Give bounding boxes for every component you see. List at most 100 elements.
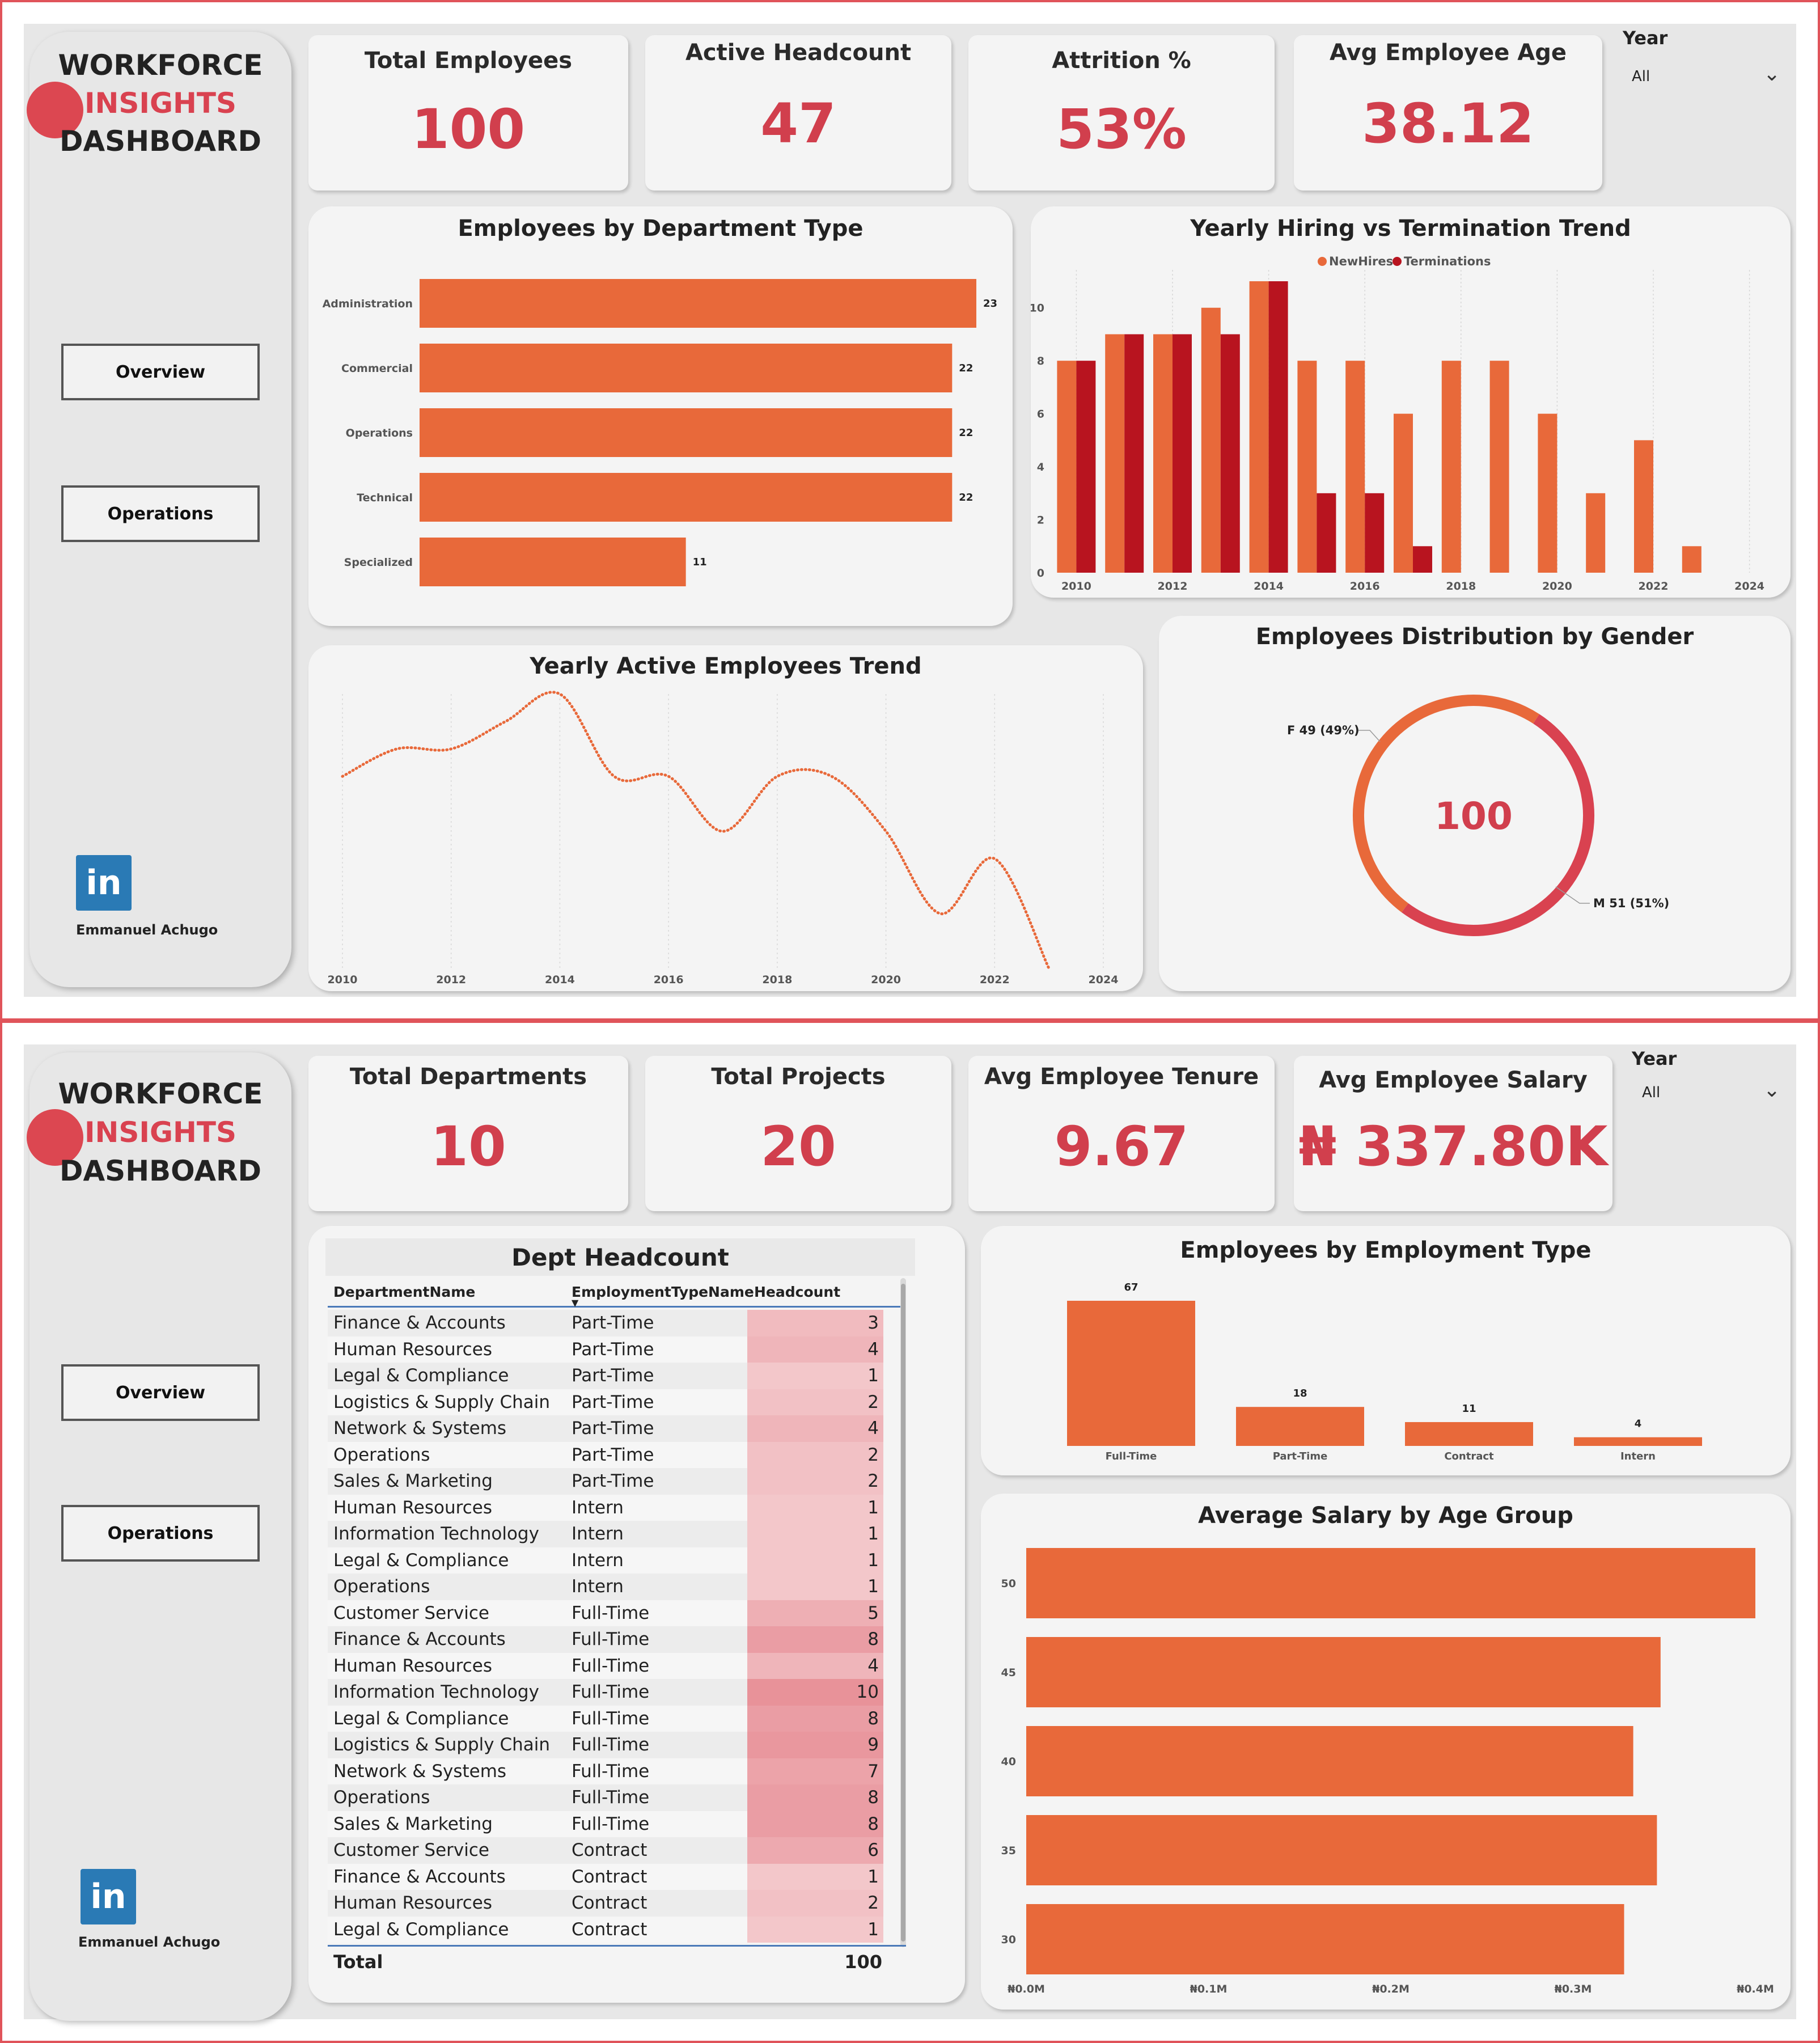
employment-type-cell: Part-Time — [572, 1339, 654, 1360]
newhires-bar — [1441, 361, 1461, 573]
headcount-cell: 10 — [747, 1679, 883, 1706]
table-row[interactable]: Network & Systems Part-Time 4 — [328, 1415, 883, 1442]
table-row[interactable]: Legal & Compliance Part-Time 1 — [328, 1363, 883, 1389]
table-row[interactable]: Finance & Accounts Full-Time 8 — [328, 1626, 883, 1653]
table-row[interactable]: Sales & Marketing Full-Time 8 — [328, 1811, 883, 1837]
department-cell: Customer Service — [333, 1602, 490, 1623]
salary-x-tick: ₦0.3M — [1555, 1983, 1592, 1995]
table-scrollbar-thumb[interactable] — [901, 1284, 905, 1942]
year-slicer-value[interactable]: All — [1632, 68, 1650, 85]
table-row[interactable]: Network & Systems Full-Time 7 — [328, 1758, 883, 1784]
table-row[interactable]: Logistics & Supply Chain Part-Time 2 — [328, 1389, 883, 1415]
nav-operations-button[interactable]: Operations — [61, 485, 260, 542]
department-cell: Customer Service — [333, 1840, 490, 1861]
dept-chart: Administration 23 Commercial 22 Operations 22… — [323, 279, 997, 586]
hiring-x-tick: 2024 — [1734, 580, 1764, 593]
kpi-label: Avg Employee Salary — [1319, 1067, 1588, 1093]
table-row[interactable]: Legal & Compliance Full-Time 8 — [328, 1705, 883, 1732]
title-workforce: WORKFORCE — [58, 49, 263, 82]
table-row[interactable]: Human Resources Full-Time 4 — [328, 1652, 883, 1679]
hiring-y-tick: 0 — [1037, 567, 1044, 580]
employment-type-category-label: Part-Time — [1273, 1450, 1328, 1462]
salary-age-chart: 50 45 40 35 30 ₦0.0M ₦0.1M ₦0.2M ₦0.3M ₦0.4M — [1001, 1548, 1774, 1995]
hiring-x-tick: 2012 — [1158, 580, 1188, 593]
salary-age-label: 45 — [1001, 1666, 1016, 1679]
year-slicer-value[interactable]: All — [1642, 1084, 1660, 1101]
employment-type-cell: Intern — [572, 1550, 624, 1571]
title-insights: INSIGHTS — [84, 87, 237, 120]
year-slicer-label: Year — [1632, 1048, 1677, 1069]
table-row[interactable]: Information Technology Full-Time 10 — [328, 1679, 883, 1706]
nav-overview-button[interactable]: Overview — [61, 344, 260, 400]
headcount-cell: 8 — [747, 1811, 883, 1837]
department-cell: Information Technology — [333, 1682, 539, 1703]
table-row[interactable]: Operations Part-Time 2 — [328, 1441, 883, 1468]
headcount-cell: 9 — [747, 1732, 883, 1758]
table-row[interactable]: Customer Service Full-Time 5 — [328, 1600, 883, 1626]
newhires-bar — [1586, 493, 1606, 573]
headcount-cell: 4 — [747, 1652, 883, 1679]
linkedin-icon[interactable]: in — [76, 855, 132, 911]
kpi-label: Avg Employee Tenure — [984, 1064, 1259, 1090]
table-row[interactable]: Information Technology Intern 1 — [328, 1521, 883, 1547]
table-row[interactable]: Legal & Compliance Intern 1 — [328, 1547, 883, 1574]
table-row[interactable]: Legal & Compliance Contract 1 — [328, 1916, 883, 1943]
kpi-label: Total Departments — [349, 1064, 587, 1090]
kpi-value: 53% — [1056, 98, 1187, 161]
table-row[interactable]: Finance & Accounts Part-Time 3 — [328, 1310, 883, 1336]
employment-type-cell: Full-Time — [572, 1682, 650, 1703]
kpi-total-employees: Total Employees 100 — [308, 35, 628, 191]
department-cell: Operations — [333, 1787, 430, 1808]
active-x-tick: 2024 — [1089, 974, 1119, 986]
table-row[interactable]: Human Resources Contract 2 — [328, 1890, 883, 1917]
employment-type-category-label: Intern — [1620, 1450, 1656, 1462]
year-slicer[interactable]: Year All ⌄ — [1623, 27, 1793, 95]
employment-type-cell: Part-Time — [572, 1444, 654, 1465]
nav-operations-button[interactable]: Operations — [61, 1505, 260, 1562]
dept-headcount-card: Dept Headcount DepartmentName Employment… — [308, 1226, 965, 2003]
active-trend-chart: 2010 2012 2014 2016 2018 2020 2022 2024 — [328, 691, 1119, 986]
employment-type-cell: Contract — [572, 1893, 647, 1914]
legend-marker — [1318, 257, 1327, 266]
col-header-department[interactable]: DepartmentName — [333, 1284, 475, 1300]
author-name: Emmanuel Achugo — [78, 1934, 221, 1950]
sort-down-icon[interactable]: ▼ — [572, 1297, 578, 1308]
dept-chart-card: Employees by Department Type Administrat… — [308, 206, 1013, 626]
table-row[interactable]: Logistics & Supply Chain Full-Time 9 — [328, 1732, 883, 1758]
chevron-down-icon[interactable]: ⌄ — [1763, 62, 1780, 86]
newhires-bar — [1538, 413, 1557, 573]
dept-bar — [420, 279, 976, 328]
col-header-employment-type[interactable]: EmploymentTypeName — [572, 1284, 754, 1300]
terminations-bar — [1076, 361, 1096, 573]
chevron-down-icon[interactable]: ⌄ — [1763, 1078, 1780, 1102]
table-row[interactable]: Operations Intern 1 — [328, 1574, 883, 1600]
dept-bar — [420, 538, 686, 586]
year-slicer[interactable]: Year All ⌄ — [1632, 1048, 1796, 1116]
kpi-value: 20 — [760, 1115, 836, 1178]
hiring-chart: 0 2 4 6 8 10 2010 2012 2014 2016 2018 2020 2022 2024 N… — [1031, 255, 1764, 593]
salary-bar — [1026, 1815, 1657, 1885]
table-row[interactable]: Customer Service Contract 6 — [328, 1837, 883, 1864]
department-cell: Legal & Compliance — [333, 1708, 509, 1729]
headcount-cell: 5 — [747, 1600, 883, 1626]
table-row[interactable]: Human Resources Intern 1 — [328, 1494, 883, 1521]
employment-type-cell: Full-Time — [572, 1787, 650, 1808]
table-row[interactable]: Human Resources Part-Time 4 — [328, 1336, 883, 1363]
table-scrollbar[interactable] — [900, 1278, 906, 1947]
employment-type-cell: Full-Time — [572, 1602, 650, 1623]
table-row[interactable]: Finance & Accounts Contract 1 — [328, 1863, 883, 1890]
salary-x-tick: ₦0.1M — [1190, 1983, 1228, 1995]
salary-age-label: 50 — [1001, 1577, 1016, 1590]
nav-overview-button[interactable]: Overview — [61, 1364, 260, 1421]
linkedin-icon[interactable]: in — [81, 1869, 136, 1924]
col-header-headcount[interactable]: Headcount — [754, 1284, 840, 1300]
table-row[interactable]: Sales & Marketing Part-Time 2 — [328, 1468, 883, 1495]
terminations-bar — [1124, 334, 1144, 573]
table-row[interactable]: Operations Full-Time 8 — [328, 1784, 883, 1811]
title-workforce: WORKFORCE — [58, 1077, 263, 1110]
headcount-cell: 1 — [747, 1494, 883, 1521]
kpi-value: ₦ 337.80K — [1298, 1115, 1608, 1178]
salary-bar — [1026, 1637, 1661, 1707]
dept-category-label: Specialized — [344, 556, 413, 569]
headcount-cell: 1 — [747, 1574, 883, 1600]
